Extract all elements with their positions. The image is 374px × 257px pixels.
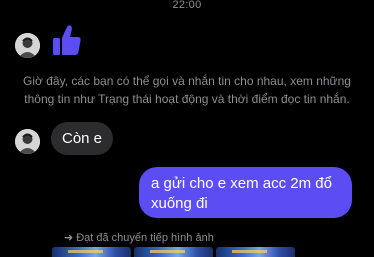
- thumbs-up-icon[interactable]: [52, 23, 82, 57]
- outgoing-message-bubble[interactable]: a gửi cho e xem acc 2m đổ xuống đi: [139, 167, 352, 218]
- incoming-message-bubble[interactable]: Còn e: [51, 122, 114, 155]
- forwarded-image-thumbnail[interactable]: [134, 247, 213, 257]
- chat-screen: 22:00 Giờ đây, các bạn có thể gọi và nhắ…: [0, 0, 374, 257]
- forwarded-image-thumbnail[interactable]: [52, 247, 131, 257]
- system-notice: Giờ đây, các bạn có thể gọi và nhắn tin …: [23, 74, 351, 106]
- message-timestamp: 22:00: [172, 0, 202, 11]
- forward-arrow-icon: ➜: [64, 232, 74, 244]
- sender-avatar[interactable]: [15, 33, 40, 58]
- sender-avatar[interactable]: [15, 129, 40, 154]
- avatar-icon: [15, 129, 40, 154]
- avatar-icon: [15, 33, 40, 58]
- forwarded-image-thumbnail[interactable]: [216, 247, 295, 257]
- forwarded-image-strip: [52, 247, 295, 257]
- forward-note: ➜ Đạt đã chuyển tiếp hình ảnh: [64, 231, 214, 244]
- forward-note-text: Đạt đã chuyển tiếp hình ảnh: [76, 232, 214, 244]
